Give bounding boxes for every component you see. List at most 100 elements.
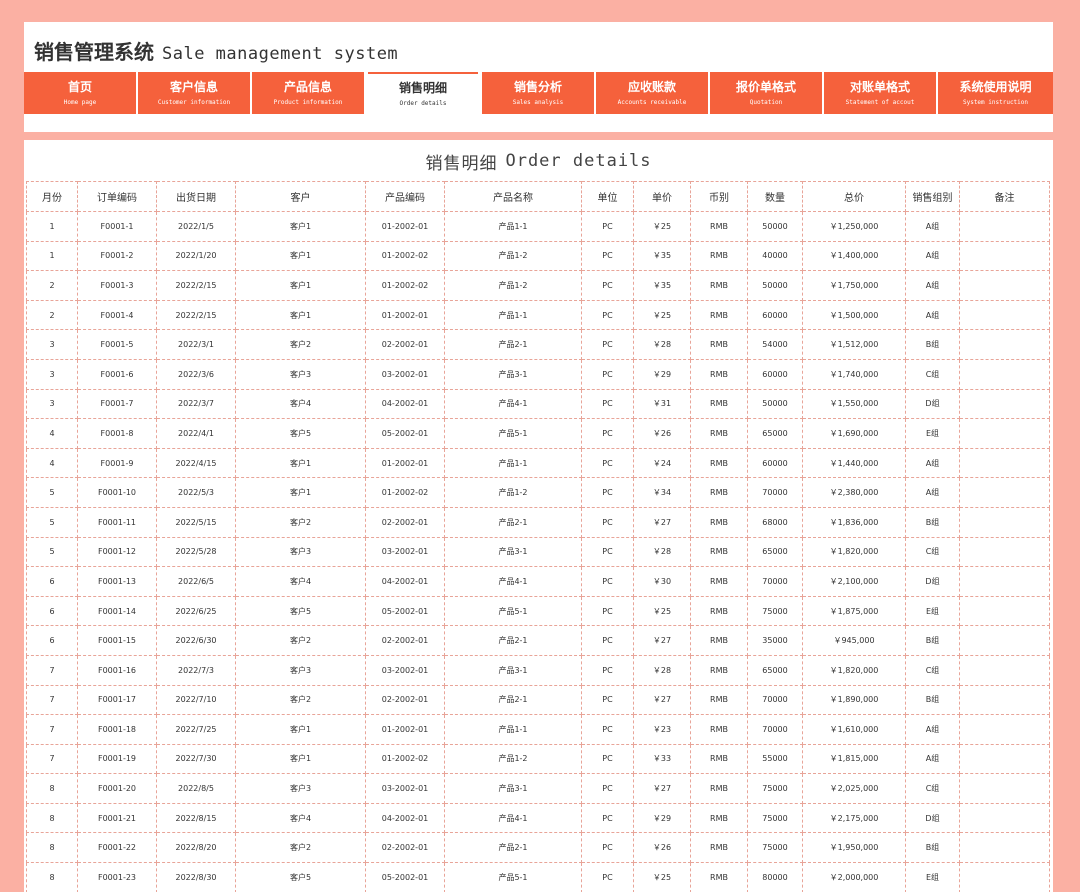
table-cell[interactable]: 75000 — [747, 595, 803, 627]
table-cell[interactable]: 04-2002-01 — [365, 566, 445, 597]
table-cell[interactable]: RMB — [690, 862, 748, 892]
table-cell[interactable]: RMB — [690, 418, 748, 449]
table-cell[interactable]: ￥28 — [633, 329, 691, 360]
table-cell[interactable]: F0001-6 — [77, 358, 157, 390]
table-cell[interactable]: 01-2002-02 — [365, 240, 445, 272]
table-cell[interactable]: 产品3-1 — [444, 654, 582, 686]
table-cell[interactable]: F0001-19 — [77, 743, 157, 775]
table-cell[interactable]: B组 — [905, 329, 960, 360]
table-cell[interactable]: ￥2,100,000 — [802, 566, 906, 597]
table-cell[interactable]: 产品1-2 — [444, 270, 582, 301]
column-header[interactable]: 出货日期 — [156, 181, 236, 212]
table-cell[interactable]: 02-2002-01 — [365, 329, 445, 360]
table-cell[interactable]: 2022/6/5 — [156, 566, 236, 597]
table-cell[interactable]: RMB — [690, 477, 748, 508]
table-cell[interactable]: F0001-18 — [77, 714, 157, 745]
table-cell[interactable]: 55000 — [747, 743, 803, 775]
table-cell[interactable]: RMB — [690, 714, 748, 745]
table-cell[interactable]: 50000 — [747, 270, 803, 301]
table-cell[interactable]: A组 — [905, 714, 960, 745]
table-cell[interactable]: 50000 — [747, 211, 803, 242]
table-cell[interactable]: 产品1-1 — [444, 714, 582, 745]
table-cell[interactable]: A组 — [905, 270, 960, 301]
table-cell[interactable]: A组 — [905, 447, 960, 479]
table-cell[interactable]: 8 — [26, 862, 78, 892]
table-cell[interactable]: 80000 — [747, 862, 803, 892]
table-cell[interactable]: 产品2-1 — [444, 329, 582, 360]
table-cell[interactable]: PC — [581, 477, 634, 508]
table-cell[interactable]: 8 — [26, 832, 78, 864]
column-header[interactable]: 单价 — [633, 181, 691, 212]
table-cell[interactable]: B组 — [905, 506, 960, 538]
table-cell[interactable]: ￥26 — [633, 418, 691, 449]
table-cell[interactable]: F0001-17 — [77, 684, 157, 716]
table-cell[interactable] — [959, 211, 1050, 242]
table-cell[interactable]: PC — [581, 447, 634, 479]
table-cell[interactable]: PC — [581, 388, 634, 420]
table-cell[interactable]: 01-2002-01 — [365, 211, 445, 242]
table-cell[interactable]: 2022/8/20 — [156, 832, 236, 864]
table-cell[interactable] — [959, 595, 1050, 627]
table-cell[interactable]: F0001-4 — [77, 299, 157, 331]
table-cell[interactable]: 65000 — [747, 418, 803, 449]
table-cell[interactable]: 7 — [26, 714, 78, 745]
table-cell[interactable]: C组 — [905, 536, 960, 568]
table-cell[interactable]: C组 — [905, 358, 960, 390]
table-cell[interactable]: A组 — [905, 211, 960, 242]
table-cell[interactable]: RMB — [690, 773, 748, 804]
table-cell[interactable]: 产品4-1 — [444, 566, 582, 597]
table-cell[interactable]: 01-2002-01 — [365, 714, 445, 745]
table-cell[interactable]: A组 — [905, 743, 960, 775]
table-cell[interactable]: ￥1,400,000 — [802, 240, 906, 272]
table-cell[interactable] — [959, 418, 1050, 449]
table-cell[interactable]: F0001-9 — [77, 447, 157, 479]
table-cell[interactable]: 客户3 — [235, 358, 366, 390]
table-cell[interactable]: ￥945,000 — [802, 625, 906, 656]
table-cell[interactable]: PC — [581, 418, 634, 449]
table-cell[interactable] — [959, 743, 1050, 775]
table-cell[interactable]: 70000 — [747, 684, 803, 716]
table-cell[interactable]: E组 — [905, 418, 960, 449]
table-cell[interactable]: 5 — [26, 477, 78, 508]
table-cell[interactable]: PC — [581, 358, 634, 390]
table-cell[interactable]: ￥27 — [633, 773, 691, 804]
table-cell[interactable]: 客户4 — [235, 388, 366, 420]
table-cell[interactable]: RMB — [690, 211, 748, 242]
table-cell[interactable]: 2 — [26, 270, 78, 301]
table-cell[interactable]: F0001-14 — [77, 595, 157, 627]
table-cell[interactable]: PC — [581, 684, 634, 716]
column-header[interactable]: 数量 — [747, 181, 803, 212]
tab-accounts-receivable[interactable]: 应收账款 Accounts receivable — [596, 72, 708, 114]
table-cell[interactable]: 客户2 — [235, 329, 366, 360]
table-cell[interactable]: 客户2 — [235, 832, 366, 864]
tab-customer-info[interactable]: 客户信息 Customer information — [138, 72, 250, 114]
table-cell[interactable]: 2022/4/1 — [156, 418, 236, 449]
table-cell[interactable]: 客户4 — [235, 802, 366, 834]
table-cell[interactable]: 2022/8/15 — [156, 802, 236, 834]
table-cell[interactable]: F0001-20 — [77, 773, 157, 804]
table-cell[interactable]: 5 — [26, 536, 78, 568]
table-cell[interactable]: RMB — [690, 566, 748, 597]
table-cell[interactable] — [959, 270, 1050, 301]
table-cell[interactable]: 05-2002-01 — [365, 418, 445, 449]
table-cell[interactable]: 70000 — [747, 477, 803, 508]
table-cell[interactable]: F0001-11 — [77, 506, 157, 538]
table-cell[interactable]: A组 — [905, 299, 960, 331]
tab-order-details[interactable]: 销售明细 Order details — [368, 72, 478, 114]
table-cell[interactable]: RMB — [690, 536, 748, 568]
table-cell[interactable] — [959, 358, 1050, 390]
table-cell[interactable]: RMB — [690, 358, 748, 390]
table-cell[interactable]: PC — [581, 329, 634, 360]
table-cell[interactable]: PC — [581, 654, 634, 686]
tab-home[interactable]: 首页 Home page — [24, 72, 136, 114]
tab-sales-analysis[interactable]: 销售分析 Sales analysis — [482, 72, 594, 114]
table-cell[interactable]: ￥1,550,000 — [802, 388, 906, 420]
table-cell[interactable]: 客户1 — [235, 211, 366, 242]
table-cell[interactable]: A组 — [905, 240, 960, 272]
table-cell[interactable]: 客户3 — [235, 654, 366, 686]
table-cell[interactable]: ￥1,820,000 — [802, 654, 906, 686]
table-cell[interactable]: 2022/7/30 — [156, 743, 236, 775]
table-cell[interactable]: ￥25 — [633, 595, 691, 627]
table-cell[interactable]: 02-2002-01 — [365, 684, 445, 716]
table-cell[interactable]: RMB — [690, 240, 748, 272]
